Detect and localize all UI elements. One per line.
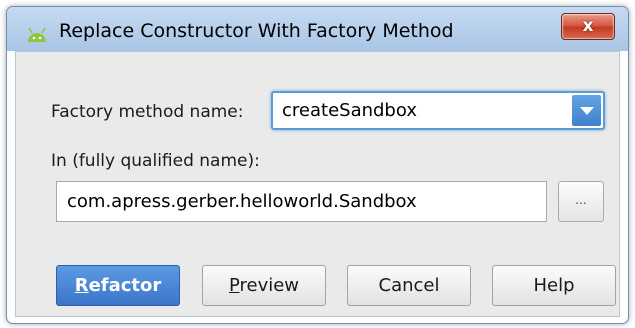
chevron-down-icon[interactable]: [572, 95, 601, 126]
preview-mnemonic: P: [228, 275, 240, 296]
factory-method-input[interactable]: createSandbox: [282, 100, 417, 121]
qualified-name-label: In (fully qualified name):: [51, 151, 260, 171]
cancel-button[interactable]: Cancel: [347, 265, 471, 306]
refactor-label: efactor: [88, 275, 162, 296]
dialog-content: Factory method name: createSandbox In (f…: [15, 51, 620, 317]
preview-button[interactable]: Preview: [202, 265, 326, 306]
android-icon: [28, 27, 46, 42]
factory-method-combobox[interactable]: createSandbox: [271, 91, 605, 130]
close-icon: x: [582, 16, 594, 36]
dialog-window: Replace Constructor With Factory Method …: [6, 6, 629, 324]
preview-label: review: [239, 275, 300, 296]
factory-method-label: Factory method name:: [51, 102, 244, 122]
help-button[interactable]: Help: [492, 265, 616, 306]
ellipsis-icon: ...: [575, 193, 587, 207]
qualified-name-value[interactable]: com.apress.gerber.helloworld.Sandbox: [67, 191, 417, 212]
close-button[interactable]: x: [561, 13, 615, 40]
browse-button[interactable]: ...: [558, 181, 604, 222]
refactor-mnemonic: R: [74, 275, 89, 296]
qualified-name-field[interactable]: com.apress.gerber.helloworld.Sandbox: [56, 181, 547, 222]
cancel-label: Cancel: [378, 275, 440, 296]
dialog-title: Replace Constructor With Factory Method: [59, 20, 454, 42]
help-label: Help: [533, 275, 575, 296]
refactor-button[interactable]: Refactor: [56, 265, 180, 306]
title-bar[interactable]: Replace Constructor With Factory Method …: [7, 7, 628, 51]
